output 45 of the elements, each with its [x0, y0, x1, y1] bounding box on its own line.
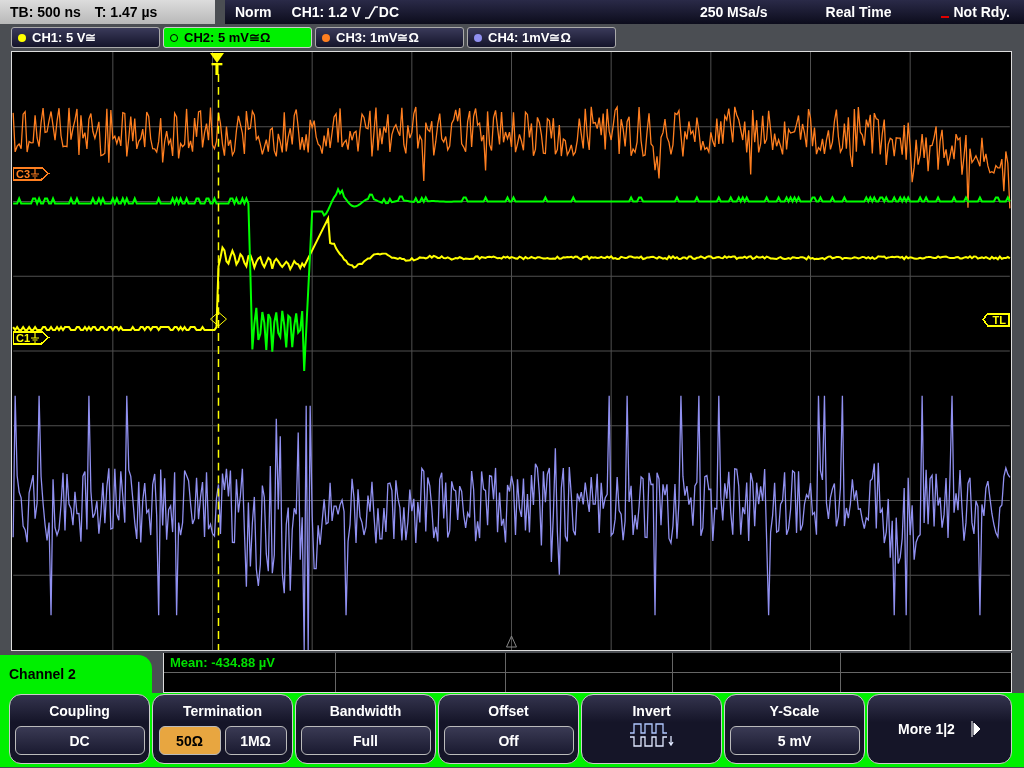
channel-marker[interactable]: C3: [13, 167, 50, 180]
softkey-label: Offset: [488, 703, 529, 719]
softkey[interactable]: Offset Off: [438, 694, 579, 764]
trigger-time-readout: T: 1.47 µs: [94, 4, 158, 20]
ground-icon: [31, 332, 40, 343]
option-button[interactable]: 50Ω: [158, 726, 221, 755]
softkey[interactable]: Coupling DC: [9, 694, 150, 764]
value-button[interactable]: Off: [443, 726, 574, 755]
channel-tab[interactable]: CH2: 5 mV≅Ω: [163, 27, 312, 48]
trigger-coupling: DC: [378, 4, 400, 20]
timebase-readout: TB: 500 ns: [10, 4, 81, 20]
channel-tab[interactable]: CH1: 5 V≅: [11, 27, 160, 48]
softkey-label: Y-Scale: [769, 703, 820, 719]
rising-edge-icon: [363, 5, 378, 19]
trigger-mode: Norm: [235, 4, 272, 20]
ground-icon: [31, 168, 40, 179]
softkey[interactable]: Termination 50Ω 1MΩ: [152, 694, 293, 764]
softkey-label: Invert: [632, 703, 671, 719]
menu-title: Channel 2: [0, 655, 152, 693]
right-arrow-icon: [970, 721, 981, 737]
channel-tab[interactable]: CH3: 1mV≅Ω: [315, 27, 464, 48]
value-button[interactable]: Full: [300, 726, 431, 755]
value-button[interactable]: DC: [14, 726, 145, 755]
value-button[interactable]: 5 mV: [729, 726, 860, 755]
channel-tab[interactable]: CH4: 1mV≅Ω: [467, 27, 616, 48]
softkey-label: More 1|2: [898, 721, 955, 737]
softkey-label: Bandwidth: [329, 703, 402, 719]
trigger-point-icon: [210, 311, 227, 327]
trigger-source: CH1: 1.2 V: [291, 4, 361, 20]
measurement-readout: Mean: -434.88 µV: [170, 655, 276, 670]
acquisition-mode: Real Time: [825, 4, 892, 20]
softkey[interactable]: Invert: [581, 694, 722, 764]
softkey[interactable]: More 1|2: [867, 694, 1012, 764]
center-triangle-icon: [506, 635, 517, 648]
softkey[interactable]: Y-Scale 5 mV: [724, 694, 865, 764]
channel-marker[interactable]: C1: [13, 331, 50, 344]
option-button[interactable]: 1MΩ: [224, 726, 287, 755]
softkey-label: Coupling: [49, 703, 110, 719]
status-text: Not Rdy.: [953, 4, 1010, 20]
softkey[interactable]: Bandwidth Full: [295, 694, 436, 764]
status-indicator: [941, 16, 950, 18]
trigger-level-marker[interactable]: TL: [982, 313, 1009, 326]
invert-waveform-icon: [628, 722, 675, 748]
softkey-label: Termination: [182, 703, 263, 719]
sample-rate: 250 MSa/s: [699, 4, 768, 20]
